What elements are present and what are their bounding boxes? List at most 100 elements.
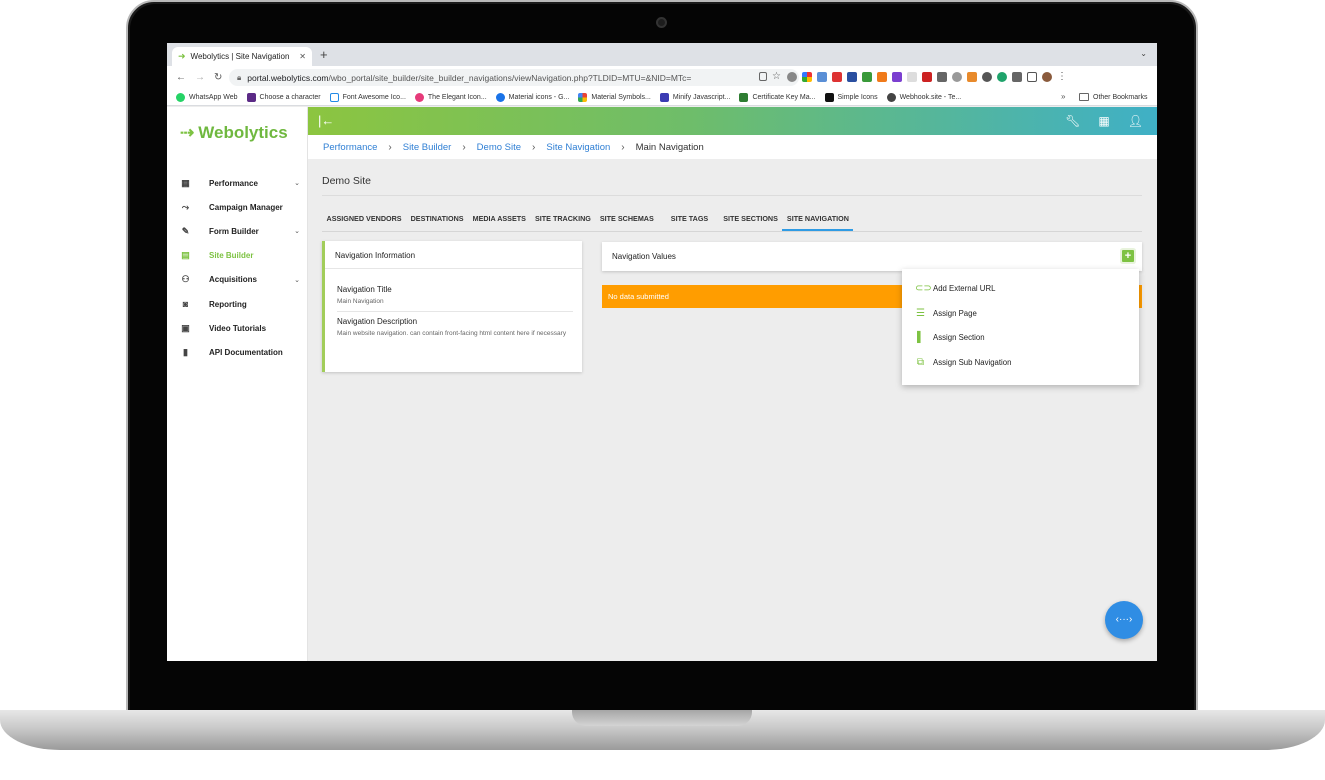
extension-icon[interactable] — [937, 72, 947, 82]
collapse-sidebar-icon[interactable]: |← — [318, 113, 334, 128]
extension-icon[interactable] — [862, 72, 872, 82]
forward-icon[interactable]: → — [195, 72, 205, 83]
bookmark-item[interactable]: Certificate Key Ma... — [739, 92, 816, 102]
puzzle-icon[interactable] — [1012, 72, 1022, 82]
tab-assigned-vendors[interactable]: ASSIGNED VENDORS — [322, 207, 406, 231]
bookmark-item[interactable]: Material Symbols... — [578, 92, 651, 102]
minify-icon — [659, 92, 669, 102]
navigation-values-card: Navigation Values + — [602, 242, 1142, 271]
user-icon[interactable]: 👤︎ — [1128, 114, 1143, 128]
extension-icon[interactable] — [847, 72, 857, 82]
menu-item-assign-section[interactable]: ▌ Assign Section — [902, 325, 1139, 350]
menu-item-assign-sub-navigation[interactable]: ⧉ Assign Sub Navigation — [902, 350, 1139, 375]
sidebar: ⇢ Webolytics ▦ Performance ⌄ ⤳ Campaign Man… — [167, 107, 308, 661]
extension-icon[interactable] — [922, 72, 932, 82]
people-icon: ⚇ — [181, 274, 190, 285]
menu-item-add-external-url[interactable]: ⊂⊃ Add External URL — [902, 276, 1139, 301]
sidebar-item-campaign-manager[interactable]: ⤳ Campaign Manager — [167, 195, 308, 219]
url-path: /wbo_portal/site_builder/site_builder_na… — [328, 72, 692, 83]
card-title: Navigation Values — [612, 252, 676, 261]
star-icon[interactable]: ☆ — [772, 72, 782, 82]
bookmark-item[interactable]: WhatsApp Web — [176, 92, 238, 102]
back-icon[interactable]: ← — [176, 72, 186, 83]
extension-icon[interactable] — [787, 72, 797, 82]
sidebar-item-video-tutorials[interactable]: ▣ Video Tutorials — [167, 316, 308, 340]
sidebar-item-reporting[interactable]: ◙ Reporting — [167, 292, 308, 316]
extension-icon[interactable] — [967, 72, 977, 82]
sidebar-item-acquisitions[interactable]: ⚇ Acquisitions ⌄ — [167, 268, 308, 292]
bookmark-item[interactable]: The Elegant Icon... — [414, 92, 487, 102]
breadcrumb-site-builder[interactable]: Site Builder — [403, 142, 452, 153]
bookmark-item[interactable]: Material icons - G... — [495, 92, 569, 102]
logo[interactable]: ⇢ Webolytics — [180, 123, 288, 143]
extension-icon[interactable] — [877, 72, 887, 82]
top-header: |← 🔧︎ ▦ 👤︎ — [308, 107, 1157, 135]
navigation-title-field: Navigation Title Main Navigation — [337, 285, 569, 306]
web-icon: ▤ — [181, 250, 190, 261]
wrench-icon[interactable]: 🔧︎ — [1065, 114, 1080, 128]
bookmark-item[interactable]: Minify Javascript... — [659, 92, 730, 102]
tab-site-schemas[interactable]: SITE SCHEMAS — [595, 207, 658, 231]
flag-icon — [329, 92, 339, 102]
add-button[interactable]: + — [1122, 250, 1134, 262]
bookmark-item[interactable]: Font Awesome Ico... — [329, 92, 406, 102]
extension-icon[interactable] — [817, 72, 827, 82]
tab-destinations[interactable]: DESTINATIONS — [406, 207, 468, 231]
url-bar[interactable]: 🔒︎ portal.webolytics.com /wbo_portal/sit… — [229, 69, 799, 86]
sidepanel-icon[interactable] — [1027, 72, 1037, 82]
breadcrumb-performance[interactable]: Performance — [323, 142, 377, 153]
menu-icon[interactable]: ⋮ — [1057, 72, 1067, 82]
code-fab-button[interactable]: ‹···› — [1105, 601, 1143, 639]
tab-site-navigation[interactable]: SITE NAVIGATION — [782, 207, 854, 231]
main-content: Demo Site ASSIGNED VENDORS DESTINATIONS … — [308, 159, 1157, 661]
material-icon — [495, 92, 505, 102]
browser-tab[interactable]: ➜ Webolytics | Site Navigation ✕ — [172, 47, 312, 66]
sidebar-item-performance[interactable]: ▦ Performance ⌄ — [167, 171, 308, 195]
sidebar-item-form-builder[interactable]: ✎ Form Builder ⌄ — [167, 219, 308, 243]
character-icon — [246, 92, 256, 102]
new-tab-icon[interactable]: + — [320, 48, 328, 62]
page-tabs: ASSIGNED VENDORS DESTINATIONS MEDIA ASSE… — [322, 207, 854, 231]
extension-icon[interactable] — [997, 72, 1007, 82]
close-tab-icon[interactable]: ✕ — [299, 52, 306, 61]
chevron-down-icon: ⌄ — [294, 180, 300, 188]
open-in-new-icon: ⧉ — [916, 356, 925, 368]
extension-icon[interactable] — [982, 72, 992, 82]
tab-title: Webolytics | Site Navigation — [190, 52, 290, 61]
reload-icon[interactable]: ↻ — [214, 72, 222, 83]
extension-icon[interactable] — [832, 72, 842, 82]
extension-icon[interactable] — [907, 72, 917, 82]
browser-toolbar: ← → ↻ 🔒︎ portal.webolytics.com /wbo_port… — [167, 66, 1157, 89]
sidebar-item-api-documentation[interactable]: ▮ API Documentation — [167, 340, 308, 364]
field-label: Navigation Title — [337, 285, 392, 294]
bookmark-item[interactable]: Choose a character — [246, 92, 321, 102]
menu-item-assign-page[interactable]: ☰ Assign Page — [902, 301, 1139, 326]
avatar[interactable] — [1042, 72, 1052, 82]
page-title: Demo Site — [322, 175, 372, 187]
breadcrumb-site-navigation[interactable]: Site Navigation — [546, 142, 610, 153]
breadcrumb-demo-site[interactable]: Demo Site — [477, 142, 521, 153]
tab-search-icon[interactable]: ⌄ — [1140, 49, 1147, 58]
other-bookmarks[interactable]: Other Bookmarks — [1079, 93, 1147, 101]
share-icon[interactable] — [759, 72, 767, 81]
extension-icon[interactable] — [892, 72, 902, 82]
bookmark-item[interactable]: Webhook.site - Te... — [886, 92, 961, 102]
sidebar-item-site-builder[interactable]: ▤ Site Builder — [167, 244, 308, 268]
sidebar-nav: ▦ Performance ⌄ ⤳ Campaign Manager ✎ Form Bu… — [167, 171, 308, 365]
extension-icon[interactable] — [802, 72, 812, 82]
laptop-notch — [572, 710, 752, 726]
tab-media-assets[interactable]: MEDIA ASSETS — [468, 207, 530, 231]
extension-icon[interactable] — [952, 72, 962, 82]
dashboard-grid-icon[interactable]: ▦ — [1098, 114, 1109, 128]
tab-site-tracking[interactable]: SITE TRACKING — [530, 207, 595, 231]
tab-site-tags[interactable]: SITE TAGS — [666, 207, 712, 231]
form-icon: ✎ — [181, 225, 190, 236]
chevron-right-icon: › — [462, 141, 466, 153]
logo-text: Webolytics — [198, 123, 288, 142]
bookmark-item[interactable]: Simple Icons — [824, 92, 878, 102]
navigation-info-card: Navigation Information Navigation Title … — [322, 241, 582, 372]
bookmarks-overflow[interactable]: » — [1061, 92, 1065, 101]
divider — [337, 311, 573, 312]
tab-site-sections[interactable]: SITE SECTIONS — [719, 207, 783, 231]
camera — [656, 17, 667, 28]
